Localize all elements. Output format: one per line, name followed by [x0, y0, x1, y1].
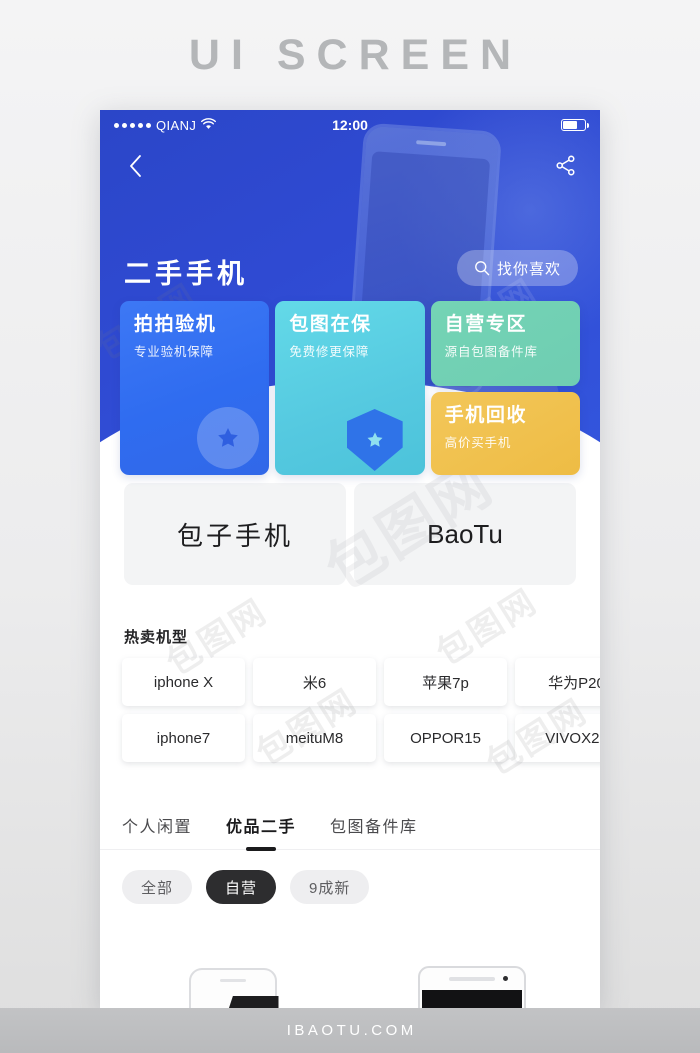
promo-card-self-operated[interactable]: 自营专区 源自包图备件库 — [430, 301, 580, 386]
promo-subtitle: 高价买手机 — [444, 435, 512, 450]
tab-baotu-parts[interactable]: 包图备件库 — [330, 813, 418, 837]
filter-chip-row: 全部 自营 9成新 — [122, 870, 370, 904]
filter-chip-9-new[interactable]: 9成新 — [290, 870, 370, 904]
promo-title: 手机回收 — [444, 405, 528, 426]
model-chip-mi6[interactable]: 米6 — [253, 658, 376, 706]
model-chip-vivox20[interactable]: VIVOX20 — [515, 714, 600, 762]
tab-personal-idle[interactable]: 个人闲置 — [122, 813, 192, 837]
medal-star-icon — [197, 407, 260, 469]
brand-card-baotu[interactable]: BaoTu — [354, 483, 576, 585]
promo-card-grid: 拍拍验机 专业验机保障 包图在保 免费修更保障 自营专区 源自包图备件库 手机回… — [120, 301, 580, 475]
search-button[interactable]: 找你喜欢 — [456, 250, 578, 286]
share-icon — [554, 154, 577, 182]
promo-card-baotu-warranty[interactable]: 包图在保 免费修更保障 — [275, 301, 425, 475]
search-icon — [474, 260, 490, 276]
product-list — [122, 950, 582, 1010]
brand-label: 包子手机 — [176, 520, 293, 551]
model-chip-iphone7[interactable]: iphone7 — [122, 714, 245, 762]
hero-title: 二手手机 — [124, 259, 248, 289]
promo-card-paipai[interactable]: 拍拍验机 专业验机保障 — [120, 301, 270, 475]
model-chip-iphone-x[interactable]: iphone X — [122, 658, 245, 706]
filter-chip-self-operated[interactable]: 自营 — [206, 870, 277, 904]
tab-premium-used[interactable]: 优品二手 — [226, 813, 296, 837]
filter-chip-all[interactable]: 全部 — [122, 870, 193, 904]
hot-models-title: 热卖机型 — [124, 629, 189, 646]
promo-subtitle: 源自包图备件库 — [444, 344, 538, 359]
chevron-left-icon — [129, 154, 142, 182]
promo-subtitle: 专业验机保障 — [134, 344, 214, 359]
model-chip-huawei-p20[interactable]: 华为P20 — [515, 658, 600, 706]
hot-models-grid: iphone X 米6 苹果7p 华为P20 iphone7 meituM8 O… — [122, 658, 600, 762]
promo-title: 拍拍验机 — [134, 314, 217, 335]
phone-thumbnail-icon — [417, 966, 526, 1010]
status-right — [561, 119, 589, 131]
brand-card-row: 包子手机 BaoTu — [124, 483, 576, 585]
promo-card-recycle[interactable]: 手机回收 高价买手机 — [430, 392, 580, 475]
model-chip-apple7p[interactable]: 苹果7p — [384, 658, 507, 706]
status-time: 12:00 — [332, 117, 368, 133]
product-card-1[interactable] — [122, 950, 343, 1010]
share-button[interactable] — [550, 153, 580, 183]
shield-star-icon — [346, 409, 403, 471]
footer-label: IBAOTU.COM — [286, 1022, 417, 1039]
phone-mockup: QIANJ 12:00 二手手机 找你喜欢 拍拍验机 专业验机保障 包图在保 免… — [100, 110, 600, 1010]
phone-thumbnail-icon — [188, 968, 277, 1010]
search-label: 找你喜欢 — [496, 260, 561, 278]
promo-subtitle: 免费修更保障 — [289, 344, 370, 359]
brand-label: BaoTu — [427, 518, 503, 549]
model-chip-oppor15[interactable]: OPPOR15 — [384, 714, 507, 762]
tab-bar: 个人闲置 优品二手 包图备件库 — [100, 800, 600, 850]
product-card-2[interactable] — [361, 950, 582, 1010]
status-bar: QIANJ 12:00 — [100, 110, 600, 140]
back-button[interactable] — [120, 153, 150, 183]
model-chip-meitum8[interactable]: meituM8 — [253, 714, 376, 762]
promo-title: 自营专区 — [444, 314, 528, 335]
promo-title: 包图在保 — [289, 314, 372, 335]
battery-icon — [561, 119, 589, 131]
page-title: UI SCREEN — [188, 31, 523, 79]
brand-card-baozi[interactable]: 包子手机 — [124, 483, 346, 585]
nav-bar — [100, 140, 600, 196]
poster-footer: IBAOTU.COM — [0, 1008, 700, 1053]
